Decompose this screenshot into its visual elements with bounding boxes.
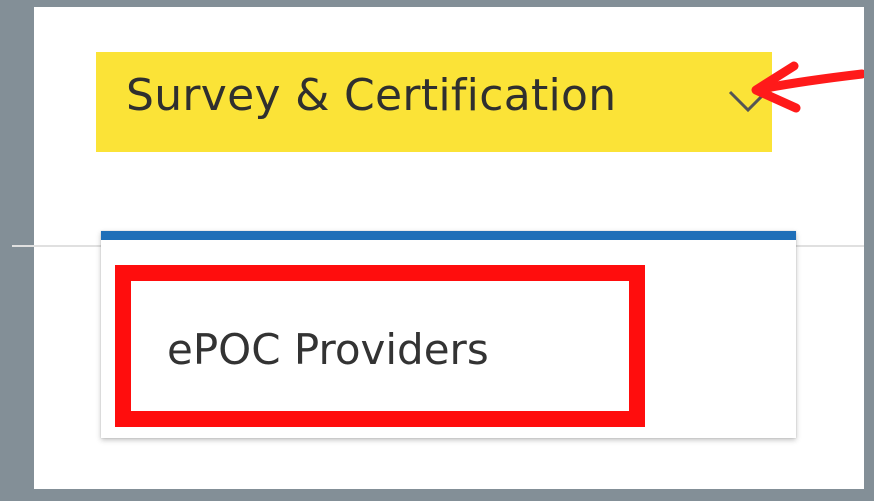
survey-certification-menu-label: Survey & Certification <box>126 70 617 121</box>
survey-certification-dropdown-menu: ePOC Providers <box>101 231 796 438</box>
survey-certification-menu-trigger[interactable]: Survey & Certification <box>96 52 772 152</box>
menu-item-epoc-providers[interactable]: ePOC Providers <box>115 265 645 427</box>
menu-item-label: ePOC Providers <box>167 325 489 374</box>
red-arrow-annotation-icon <box>751 61 864 113</box>
